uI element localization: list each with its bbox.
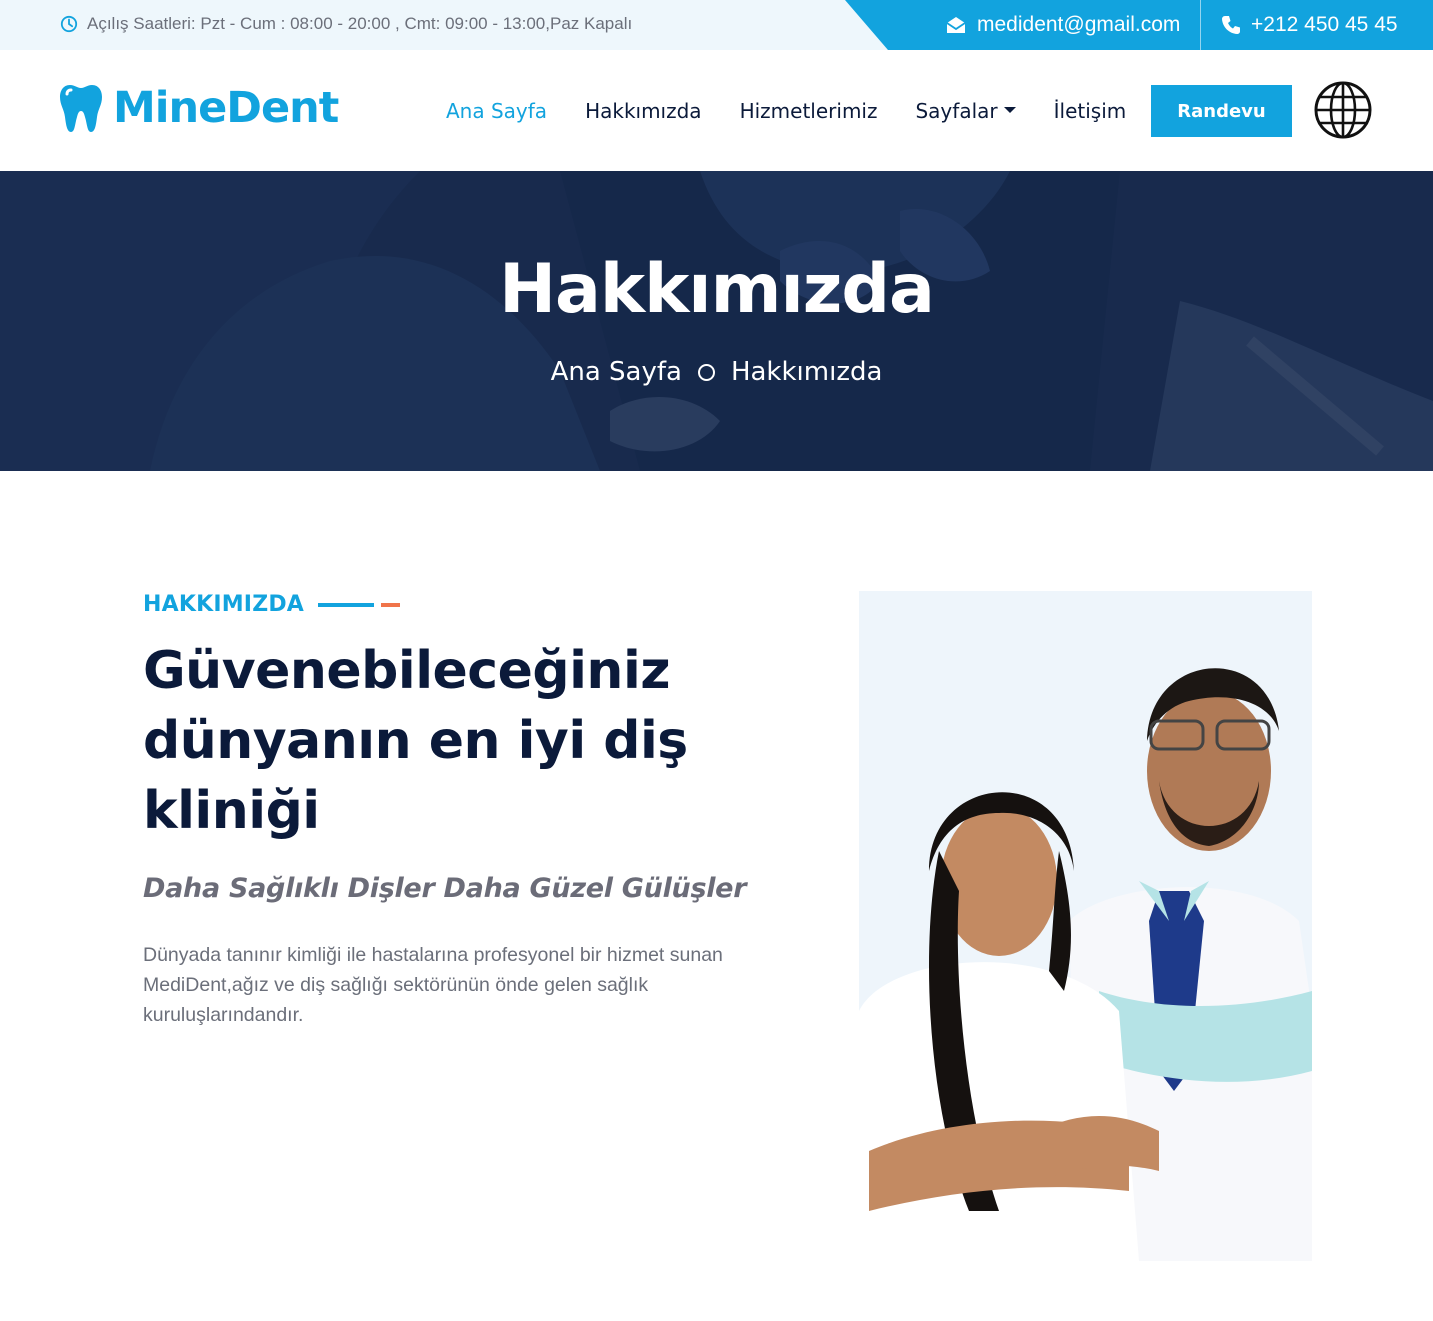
nav-item-contact[interactable]: İletişim (1054, 99, 1127, 123)
section-heading-line: kliniği (143, 781, 320, 841)
opening-hours-text: Açılış Saatleri: Pzt - Cum : 08:00 - 20:… (87, 14, 633, 33)
site-logo[interactable]: MineDent (59, 82, 339, 133)
top-info-bar: Açılış Saatleri: Pzt - Cum : 08:00 - 20:… (0, 0, 1433, 50)
globe-icon[interactable] (1313, 80, 1373, 140)
logo-text: MineDent (113, 82, 339, 133)
opening-hours: Açılış Saatleri: Pzt - Cum : 08:00 - 20:… (60, 0, 632, 48)
page-hero-banner: Hakkımızda Ana Sayfa Hakkımızda (0, 171, 1433, 471)
contact-divider (1200, 0, 1201, 50)
dentists-photo (859, 591, 1312, 1261)
nav-item-contact-label: İletişim (1053, 98, 1127, 123)
section-subheading: Daha Sağlıklı Dişler Daha Güzel Gülüşler (143, 873, 747, 904)
caret-down-icon (1003, 106, 1016, 113)
email-text: medident@gmail.com (977, 13, 1181, 36)
phone-link[interactable]: +212 450 45 45 (1221, 0, 1398, 50)
main-navbar: MineDent Ana Sayfa Hakkımızda Hizmetleri… (0, 50, 1433, 171)
tooth-icon (60, 85, 102, 132)
nav-item-services[interactable]: Hizmetlerimiz (740, 99, 878, 123)
nav-item-home-label: Ana Sayfa (446, 98, 548, 123)
breadcrumb-separator-icon (697, 363, 715, 381)
breadcrumb: Ana Sayfa Hakkımızda (0, 357, 1433, 387)
email-link[interactable]: medident@gmail.com (945, 0, 1180, 50)
nav-item-about[interactable]: Hakkımızda (585, 99, 702, 123)
page-title: Hakkımızda (499, 250, 935, 329)
eyebrow-line-secondary (381, 602, 401, 607)
nav-item-pages-dropdown[interactable]: Sayfalar (915, 98, 1016, 123)
section-heading-line: dünyanın en iyi diş (143, 711, 688, 771)
section-heading: Güvenebileceğiniz dünyanın en iyi diş kl… (143, 636, 763, 846)
phone-text: +212 450 45 45 (1251, 13, 1398, 36)
nav-item-pages-label: Sayfalar (915, 98, 998, 123)
section-heading-line: Güvenebileceğiniz (143, 641, 671, 701)
breadcrumb-current: Hakkımızda (730, 357, 883, 387)
nav-item-home[interactable]: Ana Sayfa (446, 99, 547, 123)
section-eyebrow-text: HAKKIMIZDA (143, 592, 305, 617)
section-description: Dünyada tanınır kimliği ile hastalarına … (143, 944, 723, 1026)
clock-icon (60, 15, 78, 33)
section-eyebrow: HAKKIMIZDA (143, 592, 401, 617)
phone-icon (1222, 16, 1240, 34)
appointment-button[interactable]: Randevu (1151, 85, 1292, 137)
envelope-open-icon (946, 17, 966, 33)
nav-item-services-label: Hizmetlerimiz (739, 98, 878, 123)
nav-item-about-label: Hakkımızda (585, 98, 702, 123)
dentists-illustration (859, 591, 1312, 1261)
eyebrow-line-accent (318, 602, 375, 607)
breadcrumb-home-link[interactable]: Ana Sayfa (551, 357, 682, 387)
contact-strip: medident@gmail.com +212 450 45 45 (845, 0, 1433, 50)
nav-menu: Ana Sayfa Hakkımızda Hizmetlerimiz Sayfa… (446, 50, 1164, 171)
